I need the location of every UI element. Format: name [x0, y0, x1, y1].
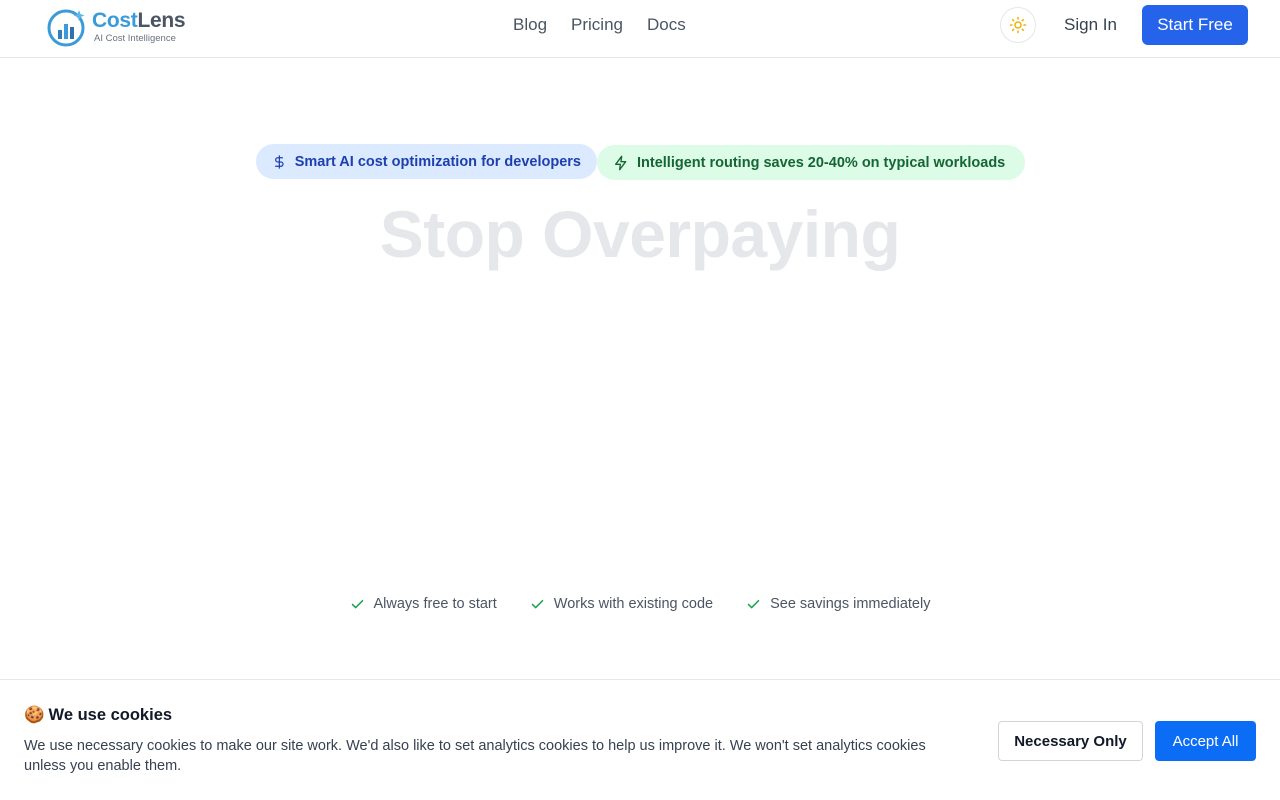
theme-toggle-button[interactable]	[1000, 7, 1036, 43]
feature-item: See savings immediately	[746, 596, 930, 612]
badge-label: Intelligent routing saves 20-40% on typi…	[637, 154, 1006, 171]
lightning-icon	[615, 155, 627, 170]
feature-label: See savings immediately	[770, 596, 931, 612]
check-icon	[351, 599, 363, 608]
logo-name-part1: Cost	[92, 9, 138, 33]
logo-name-part2: Lens	[137, 9, 186, 33]
feature-label: Works with existing code	[553, 596, 714, 612]
start-free-button[interactable]: Start Free	[1142, 5, 1248, 45]
check-icon	[747, 599, 760, 608]
logo-link[interactable]: CostLens AI Cost Intelligence	[46, 5, 186, 49]
cookie-description: We use necessary cookies to make our sit…	[24, 738, 926, 774]
cookie-emoji: 🍪	[24, 706, 45, 724]
logo-icon	[47, 9, 85, 47]
feature-item: Always free to start	[350, 596, 497, 612]
nav-pricing[interactable]: Pricing	[571, 14, 623, 36]
necessary-only-button[interactable]: Necessary Only	[998, 721, 1143, 761]
check-icon	[531, 599, 544, 608]
dollar-icon	[275, 154, 284, 169]
sign-in-link[interactable]: Sign In	[1064, 14, 1117, 36]
logo-tagline: AI Cost Intelligence	[94, 33, 176, 45]
accept-all-button[interactable]: Accept All	[1155, 721, 1256, 761]
cookie-banner: 🍪 We use cookies We use necessary cookie…	[0, 679, 1280, 800]
hero-title: Stop Overpaying	[379, 197, 901, 271]
nav-docs[interactable]: Docs	[647, 14, 686, 36]
badge-label: Smart AI cost optimization for developer…	[294, 153, 581, 170]
main-nav: Blog Pricing Docs	[513, 14, 686, 36]
badge-cost-optimization: Smart AI cost optimization for developer…	[256, 144, 597, 179]
feature-item: Works with existing code	[530, 596, 713, 612]
logo-name: CostLens	[92, 9, 186, 33]
logo-wordmark: CostLens AI Cost Intelligence	[92, 9, 186, 45]
feature-list: Always free to start Works with existing…	[0, 596, 1280, 612]
cookie-title: 🍪 We use cookies	[24, 706, 172, 725]
cookie-title-text: We use cookies	[48, 706, 173, 724]
nav-blog[interactable]: Blog	[513, 14, 547, 36]
sun-icon	[1009, 16, 1027, 34]
site-header: CostLens AI Cost Intelligence Blog Prici…	[0, 0, 1280, 58]
feature-label: Always free to start	[373, 596, 497, 612]
badge-intelligent-routing: Intelligent routing saves 20-40% on typi…	[597, 145, 1025, 180]
